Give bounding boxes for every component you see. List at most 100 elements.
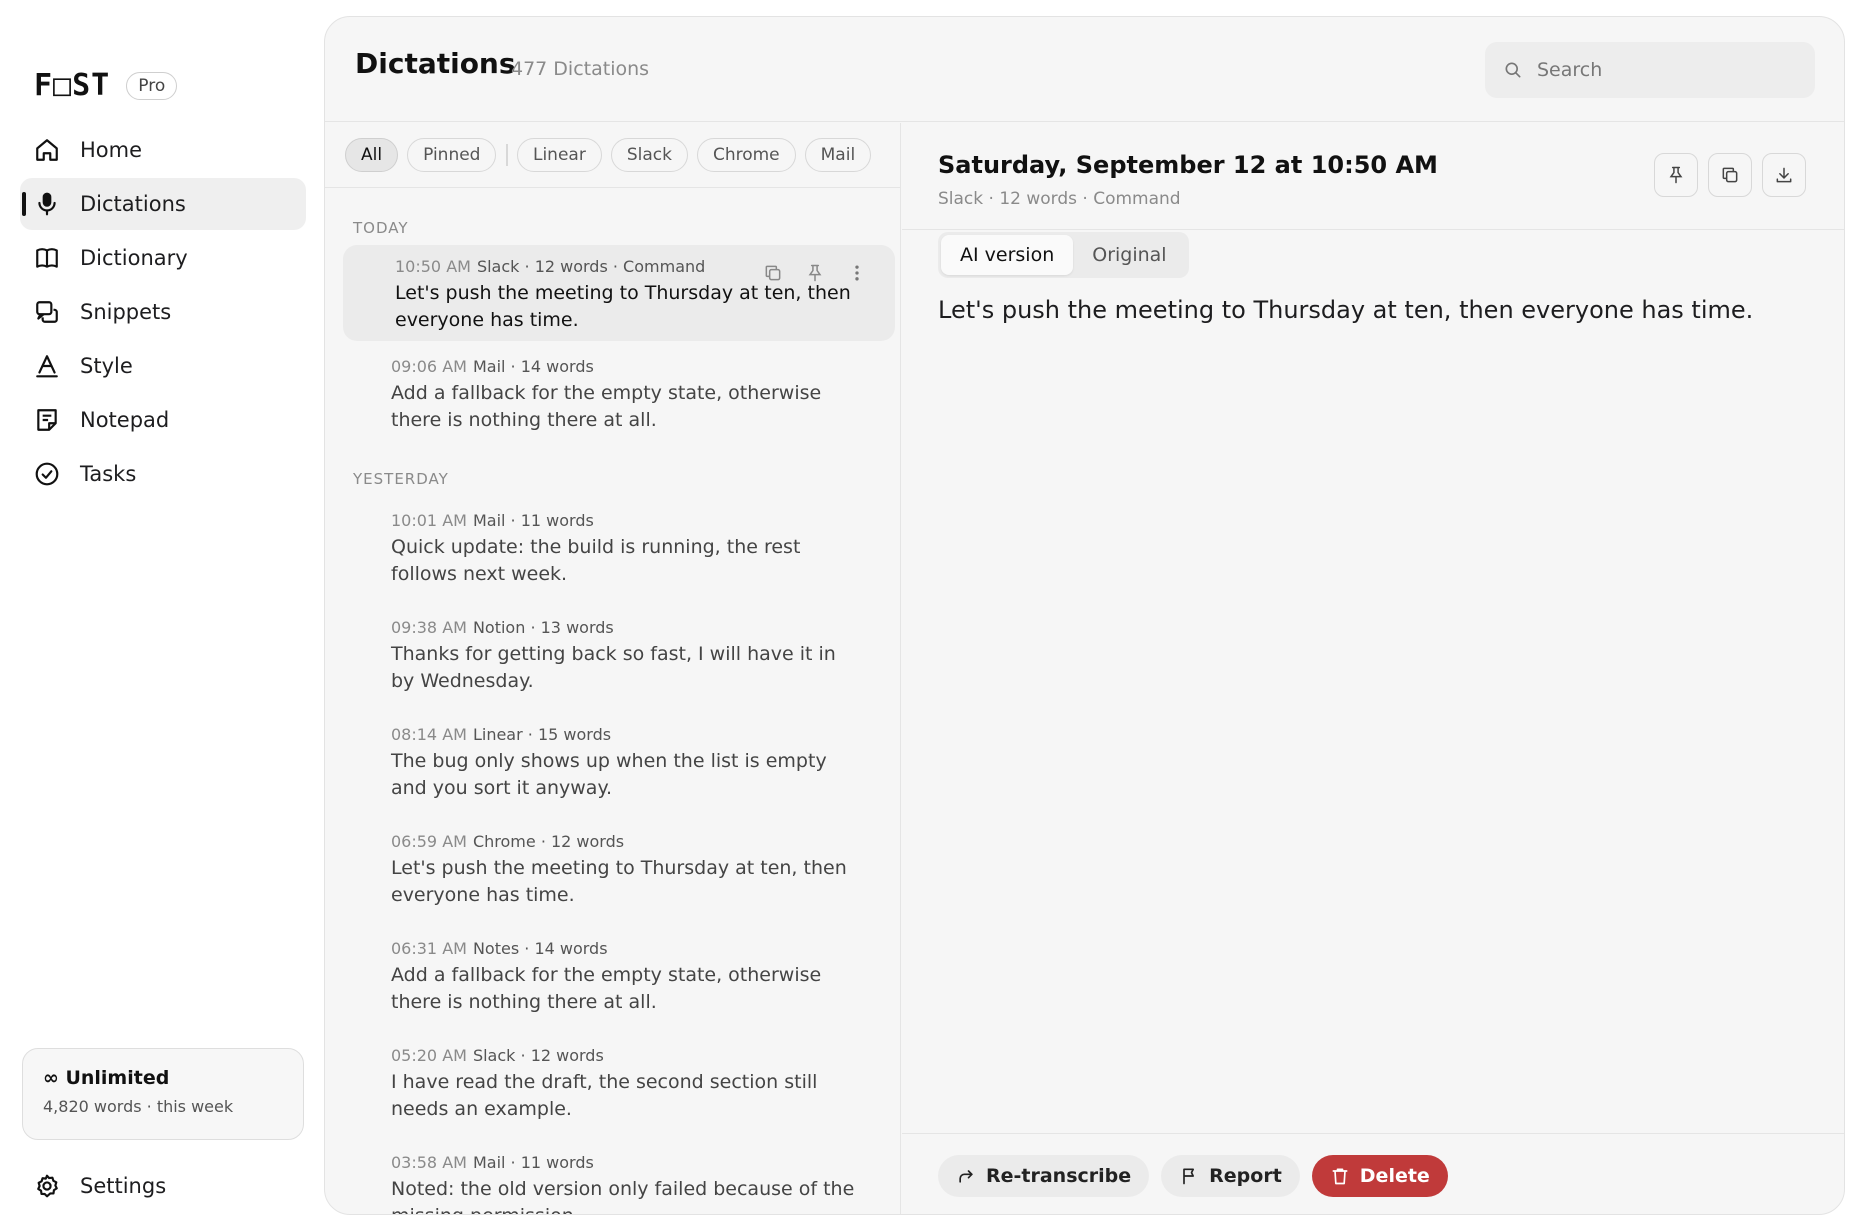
- delete-button[interactable]: Delete: [1311, 1155, 1448, 1197]
- plan-title: ∞ Unlimited: [43, 1067, 170, 1089]
- list-item[interactable]: 06:31 AM Notes · 14 words Add a fallback …: [343, 927, 895, 1028]
- list-item[interactable]: 05:20 AM Slack · 12 words I have read the…: [343, 1034, 895, 1135]
- entry-details: · 12 words · Command: [524, 257, 706, 276]
- tab-original[interactable]: Original: [1073, 235, 1185, 275]
- copy-icon[interactable]: [761, 261, 785, 285]
- nav-item-notepad[interactable]: Notepad: [20, 394, 306, 446]
- book-icon: [34, 245, 60, 271]
- entry-app: Mail: [472, 1153, 506, 1172]
- entry-details: · 12 words: [540, 832, 625, 851]
- filter-chip-mail[interactable]: Mail: [804, 138, 872, 172]
- list-item[interactable]: 06:59 AM Chrome · 12 words Let's push the…: [343, 820, 895, 921]
- plan-card[interactable]: ∞ Unlimited 4,820 words · this week: [22, 1048, 304, 1140]
- nav-item-home[interactable]: Home: [20, 124, 306, 176]
- brand: F□ST Pro: [34, 70, 178, 102]
- entry-app: Notes: [472, 939, 520, 958]
- tab-ai-version[interactable]: AI version: [941, 235, 1074, 275]
- detail-header: Saturday, September 12 at 10:50 AM Slack…: [902, 123, 1844, 230]
- sidebar: F□ST Pro Home Dictations Dictionary Snip…: [0, 0, 324, 1230]
- dictation-list-pane: All Pinned Linear Slack Chrome Mail TODA…: [325, 123, 901, 1214]
- brand-logo[interactable]: F□ST: [34, 70, 110, 102]
- filter-chip-linear[interactable]: Linear: [516, 138, 602, 172]
- page-title: Dictations: [355, 47, 516, 80]
- flag-icon: [1183, 1168, 1195, 1185]
- entry-text: Noted: the old version only failed becau…: [391, 1178, 855, 1214]
- pin-icon[interactable]: [803, 261, 827, 285]
- entry-meta: 03:58 AM Mail · 11 words: [391, 1153, 865, 1172]
- copy-button[interactable]: [1708, 153, 1752, 197]
- filter-chip-slack[interactable]: Slack: [610, 138, 688, 172]
- entry-text: Thanks for getting back so fast, I will …: [391, 643, 836, 692]
- list-item[interactable]: 10:50 AM Slack · 12 words · Command Let's…: [343, 245, 895, 341]
- list-item[interactable]: 09:38 AM Notion · 13 words Thanks for get…: [343, 606, 895, 707]
- entry-actions: [761, 261, 869, 285]
- detail-title: Saturday, September 12 at 10:50 AM: [938, 151, 1438, 179]
- nav-item-tasks[interactable]: Tasks: [20, 448, 306, 500]
- settings-label: Settings: [80, 1174, 167, 1198]
- version-toggle: AI version Original: [938, 232, 1189, 278]
- nav-item-label: Home: [80, 138, 143, 162]
- search-icon: [1505, 62, 1521, 78]
- pro-badge: Pro: [126, 72, 178, 100]
- list-item[interactable]: 10:01 AM Mail · 11 words Quick update: th…: [343, 499, 895, 600]
- microphone-icon: [34, 191, 60, 217]
- entry-meta: 09:06 AM Mail · 14 words: [391, 357, 865, 376]
- snippets-icon: [34, 299, 60, 325]
- trash-icon: [1332, 1168, 1348, 1185]
- report-label: Report: [1209, 1165, 1282, 1187]
- entry-details: · 14 words: [524, 939, 608, 958]
- entry-details: · 14 words: [510, 357, 594, 376]
- main-panel: Dictations 477 Dictations All Pinned Lin…: [324, 16, 1845, 1215]
- nav-item-style[interactable]: Style: [20, 340, 306, 392]
- entry-meta: 06:31 AM Notes · 14 words: [391, 939, 865, 958]
- pin-button[interactable]: [1654, 153, 1698, 197]
- list-item[interactable]: 09:06 AM Mail · 14 words Add a fallback f…: [343, 345, 895, 446]
- entry-time: 03:58 AM: [391, 1153, 467, 1172]
- section-label-today: TODAY: [353, 219, 409, 237]
- more-options-icon[interactable]: [845, 261, 869, 285]
- entry-time: 09:06 AM: [391, 357, 467, 376]
- list-item[interactable]: 03:58 AM Mail · 11 words Noted: the old v…: [343, 1141, 895, 1214]
- nav-item-dictations[interactable]: Dictations: [20, 178, 306, 230]
- nav-item-settings[interactable]: Settings: [34, 1166, 166, 1206]
- gear-icon: [34, 1173, 60, 1199]
- nav-item-label: Notepad: [80, 408, 170, 432]
- report-button[interactable]: Report: [1161, 1155, 1300, 1197]
- entry-time: 10:50 AM: [395, 257, 471, 276]
- nav-item-label: Style: [80, 354, 133, 378]
- check-circle-icon: [34, 461, 60, 487]
- entry-meta: 06:59 AM Chrome · 12 words: [391, 832, 865, 851]
- search-box[interactable]: [1485, 42, 1815, 98]
- entry-text: Add a fallback for the empty state, othe…: [391, 382, 822, 431]
- nav-item-label: Dictations: [80, 192, 186, 216]
- footer-actions: Re-transcribe Report Delete: [938, 1155, 1448, 1197]
- nav-item-snippets[interactable]: Snippets: [20, 286, 306, 338]
- copy-icon: [1722, 167, 1738, 183]
- list-item[interactable]: 08:14 AM Linear · 15 words The bug only s…: [343, 713, 895, 814]
- filter-chip-pinned[interactable]: Pinned: [407, 138, 497, 172]
- entry-details: · 13 words: [530, 618, 614, 637]
- retranscribe-label: Re-transcribe: [986, 1165, 1132, 1187]
- retranscribe-button[interactable]: Re-transcribe: [938, 1155, 1150, 1197]
- entry-app: Slack: [472, 1046, 516, 1065]
- filter-chip-all[interactable]: All: [345, 138, 399, 172]
- search-input[interactable]: [1537, 59, 1797, 81]
- entry-app: Chrome: [472, 832, 536, 851]
- entry-text: Add a fallback for the empty state, othe…: [391, 964, 822, 1013]
- dictation-count: 477 Dictations: [511, 58, 650, 80]
- download-button[interactable]: [1762, 153, 1806, 197]
- detail-actions: [1654, 153, 1806, 197]
- nav-item-label: Snippets: [80, 300, 172, 324]
- filter-bar: All Pinned Linear Slack Chrome Mail: [325, 123, 900, 188]
- nav-item-dictionary[interactable]: Dictionary: [20, 232, 306, 284]
- transcript-text: Let's push the meeting to Thursday at te…: [938, 296, 1754, 324]
- redo-arrow-icon: [959, 1170, 973, 1183]
- entry-app: Linear: [472, 725, 523, 744]
- entry-text: I have read the draft, the second sectio…: [391, 1071, 818, 1120]
- nav-item-label: Tasks: [80, 462, 137, 486]
- entry-details: · 15 words: [527, 725, 612, 744]
- entry-time: 09:38 AM: [391, 618, 467, 637]
- filter-chip-chrome[interactable]: Chrome: [696, 138, 796, 172]
- section-label-yesterday: YESTERDAY: [353, 470, 449, 488]
- entry-time: 10:01 AM: [391, 511, 467, 530]
